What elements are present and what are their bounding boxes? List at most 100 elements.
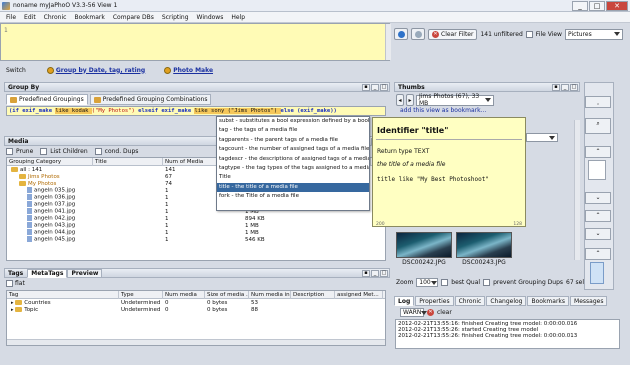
minimize-panel-button[interactable]: _ — [371, 83, 379, 91]
table-row[interactable]: angeln 044.jpg 1 1 MB — [7, 229, 385, 236]
thumbnail[interactable]: DSC00242.JPG — [396, 232, 452, 266]
side-tool-top[interactable]: ⌃ — [585, 248, 611, 260]
menu-file[interactable]: File — [2, 14, 20, 21]
menu-windows[interactable]: Windows — [193, 14, 228, 21]
table-row[interactable]: angeln 042.jpg 1 894 KB — [7, 215, 385, 222]
menu-bookmark[interactable]: Bookmark — [70, 14, 108, 21]
autocomplete-item[interactable]: tagdescr - the descriptions of assigned … — [217, 155, 369, 164]
float-button[interactable]: ▪ — [552, 83, 560, 91]
float-button[interactable]: ▪ — [362, 269, 370, 277]
forward-button[interactable]: ▸ — [406, 94, 414, 106]
tab-properties[interactable]: Properties — [415, 296, 454, 306]
table-row[interactable]: angeln 043.jpg 1 1 MB — [7, 222, 385, 229]
tab-grouping-combinations[interactable]: Predefined Grouping Combinations — [89, 94, 212, 105]
tab-predefined-groupings[interactable]: Predefined Groupings — [6, 94, 88, 105]
side-tool-up2[interactable]: ⌃ — [585, 210, 611, 222]
thumbs-footer: Zoom 100 best Qual prevent Grouping Dups… — [396, 278, 591, 287]
folder-icon — [19, 180, 26, 186]
maximize-panel-button[interactable]: □ — [570, 83, 578, 91]
table-row[interactable]: angeln 045.jpg 1 546 KB — [7, 236, 385, 243]
column-header[interactable]: Description — [291, 290, 335, 299]
maximize-panel-button[interactable]: □ — [380, 269, 388, 277]
side-tool-zoom[interactable]: ⌕ — [585, 118, 611, 134]
menu-edit[interactable]: Edit — [20, 14, 40, 21]
autocomplete-item[interactable]: Title — [217, 173, 369, 182]
tab-messages[interactable]: Messages — [570, 296, 608, 306]
column-header[interactable]: Num media in... — [249, 290, 291, 299]
clear-log-button[interactable]: clear — [437, 309, 452, 316]
zoom-select[interactable]: 100 — [416, 278, 439, 287]
side-tool-up[interactable]: ‸ — [585, 96, 611, 108]
side-slider[interactable] — [590, 262, 604, 284]
maximize-panel-button[interactable]: □ — [380, 83, 388, 91]
tab-preview[interactable]: Preview — [67, 268, 103, 278]
cond-dups-checkbox[interactable] — [94, 148, 102, 155]
grouping-expression-input[interactable]: (if exif_make like kodak ("My Photos") e… — [6, 106, 386, 116]
autocomplete-item[interactable]: tag - the tags of a media file — [217, 126, 369, 135]
file-view-checkbox[interactable] — [525, 30, 533, 38]
column-header[interactable]: Num media — [163, 290, 205, 299]
side-tool-collapse[interactable]: ⌃ — [585, 146, 611, 158]
autocomplete-item[interactable]: tagtype - the tag types of the tags assi… — [217, 164, 369, 173]
minimize-button[interactable]: _ — [572, 1, 588, 11]
autocomplete-item[interactable]: tagcount - the number of assigned tags o… — [217, 145, 369, 154]
side-tool-down[interactable]: ⌄ — [585, 192, 611, 204]
info-button[interactable] — [411, 28, 425, 40]
list-children-checkbox[interactable] — [40, 148, 48, 155]
autocomplete-item[interactable]: fork - the Title of a media file — [217, 192, 369, 201]
table-row[interactable]: ▸ Topic Undetermined 0 0 bytes 88 — [7, 306, 385, 313]
grouping-cell: all : 141 — [7, 166, 93, 173]
side-preview[interactable] — [588, 160, 606, 180]
menu-compare-dbs[interactable]: Compare DBs — [109, 14, 158, 21]
tab-chronic[interactable]: Chronic — [454, 296, 486, 306]
minimize-panel-button[interactable]: _ — [561, 83, 569, 91]
tab-bookmarks[interactable]: Bookmarks — [527, 296, 570, 306]
column-header[interactable]: Tag — [7, 290, 119, 299]
maximize-button[interactable]: □ — [589, 1, 605, 11]
apply-filter-button[interactable] — [394, 28, 408, 40]
tab-log[interactable]: Log — [394, 296, 415, 306]
column-header[interactable]: Grouping Category — [7, 157, 93, 166]
filter-editor[interactable]: 1 — [0, 23, 390, 61]
prune-checkbox[interactable] — [6, 148, 13, 155]
best-qual-checkbox[interactable] — [441, 279, 449, 286]
album-select[interactable]: Jims Photos (67), 33 MB — [416, 93, 494, 107]
editor-scrollbar[interactable] — [385, 24, 391, 60]
thumbs-scrollbar[interactable] — [574, 120, 580, 260]
view-type-select[interactable]: Pictures — [564, 28, 623, 40]
autocomplete-item[interactable]: tagparents - the parent tags of a media … — [217, 136, 369, 145]
expand-icon[interactable]: ▸ — [11, 307, 14, 313]
chevron-down-icon — [485, 98, 491, 102]
thumbs-sort-select[interactable] — [526, 133, 558, 142]
flat-checkbox[interactable] — [6, 280, 13, 287]
thumbnail[interactable]: DSC00243.JPG — [456, 232, 512, 266]
minimize-panel-button[interactable]: _ — [371, 269, 379, 277]
column-header[interactable]: Size of media ... — [205, 290, 249, 299]
size-cell: 0 bytes — [207, 306, 228, 313]
column-header[interactable]: assigned Met... — [335, 290, 383, 299]
table-row[interactable]: ▸ Countries Undetermined 0 0 bytes 53 — [7, 299, 385, 306]
menu-scripting[interactable]: Scripting — [158, 14, 193, 21]
float-button[interactable]: ▪ — [362, 83, 370, 91]
menu-help[interactable]: Help — [227, 14, 249, 21]
tab-changelog[interactable]: Changelog — [486, 296, 527, 306]
autocomplete-item[interactable]: subst - substitutes a bool expression de… — [217, 117, 369, 126]
group-by-title: Group By — [8, 83, 40, 91]
add-bookmark-link[interactable]: add this view as bookmark... — [400, 107, 486, 114]
clear-filter-button[interactable]: ✕ Clear Filter — [428, 28, 478, 40]
close-button[interactable]: ✕ — [606, 1, 628, 11]
tab-metatags[interactable]: MetaTags — [27, 268, 68, 278]
tags-h-scrollbar[interactable] — [7, 339, 385, 345]
autocomplete-item[interactable]: title - the title of a media file — [217, 182, 369, 193]
side-tool-down2[interactable]: ⌄ — [585, 228, 611, 240]
prevent-dups-checkbox[interactable] — [483, 279, 491, 286]
column-header[interactable]: Type — [119, 290, 163, 299]
menu-chronic[interactable]: Chronic — [40, 14, 71, 21]
photo-make-link[interactable]: Photo Make — [164, 66, 213, 74]
image-file-icon — [27, 201, 32, 208]
log-level-select[interactable]: WARN — [400, 308, 428, 317]
group-by-date-link[interactable]: Group by Date, tag, rating — [46, 66, 145, 74]
back-button[interactable]: ◂ — [396, 94, 404, 106]
expand-icon[interactable]: ▸ — [11, 300, 14, 306]
column-header[interactable]: Title — [93, 157, 163, 166]
